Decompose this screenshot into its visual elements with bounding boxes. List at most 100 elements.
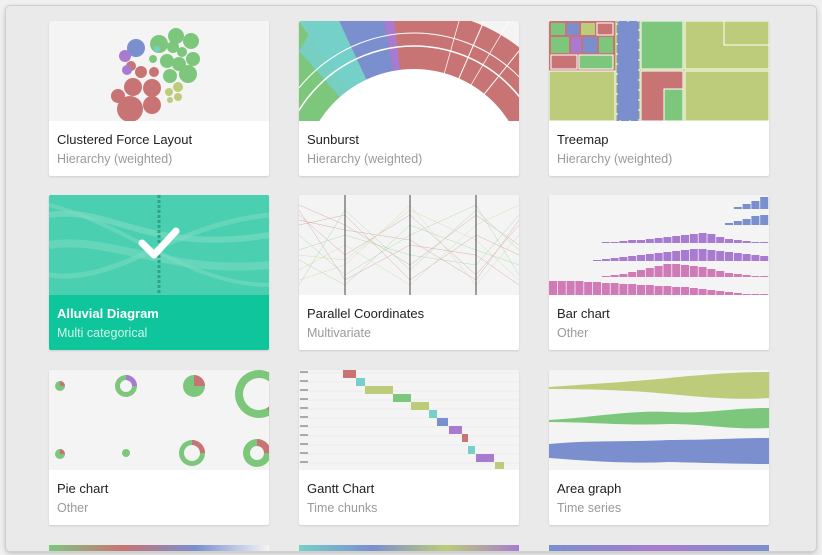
bar-thumb-rect [742,241,751,243]
bar-thumb-rect [610,258,619,261]
chart-title: Gantt Chart [307,481,375,496]
chart-card-bar-chart[interactable]: Bar chart Other [549,195,769,350]
app-window: Clustered Force Layout Hierarchy (weight… [6,6,816,551]
chart-card-pie-chart[interactable]: Pie chart Other [49,370,269,525]
chart-category: Hierarchy (weighted) [307,152,423,166]
bar-thumb-rect [733,293,742,295]
bar-thumb-rect [619,241,628,243]
bar-thumb-rect [751,216,760,225]
bar-thumb-rect [689,234,698,243]
bar-thumb-rect [654,253,663,261]
bar-thumb-rect [742,204,751,209]
gantt-thumbnail [299,370,519,470]
chart-title: Bar chart [557,306,610,321]
bar-thumb-rect [716,271,725,277]
clustered-force-thumbnail [49,21,269,121]
bar-thumb-rect [698,249,707,261]
bar-thumb-rect [601,259,610,261]
bar-thumb-rect [549,281,557,295]
bar-thumb-rect [716,251,725,261]
bar-thumb-rect [645,285,654,295]
bar-thumb-rect [707,250,716,261]
chart-category: Multivariate [307,326,371,340]
bar-thumb-rect [707,269,716,277]
chart-card-partial[interactable] [299,545,519,551]
bar-thumb-rect [751,242,760,243]
bar-thumb-rect [619,284,628,295]
bar-thumb-rect [628,272,637,277]
bar-thumb-rect [751,276,760,277]
bar-thumb-rect [654,286,663,295]
bar-thumb-rect [628,284,637,295]
chart-card-partial[interactable] [49,545,269,551]
alluvial-thumbnail [49,195,269,295]
bar-thumb-rect [584,282,593,295]
bar-thumb-rect [610,275,619,277]
bar-thumb-rect [760,276,769,277]
treemap-thumbnail [549,21,769,121]
bar-thumb-rect [733,221,742,225]
bar-thumb-rect [681,265,689,277]
bar-thumb-rect [733,253,742,261]
bar-thumb-rect [689,266,698,277]
bar-thumb-rect [742,294,751,295]
chart-title: Sunburst [307,132,360,147]
bar-thumb-rect [663,237,672,243]
bar-thumb-rect [707,290,716,295]
chart-card-gantt-chart[interactable]: Gantt Chart Time chunks [299,370,519,525]
bar-thumb-rect [575,281,584,295]
bar-thumb-rect [681,287,689,295]
chart-category: Multi categorical [57,326,148,340]
bar-thumb-rect [593,282,601,295]
area-graph-thumbnail [549,370,769,470]
bar-thumb-rect [733,207,742,209]
chart-card-area-graph[interactable]: Area graph Time series [549,370,769,525]
chart-card-treemap[interactable]: Treemap Hierarchy (weighted) [549,21,769,176]
bar-thumb-rect [725,292,733,295]
chart-title: Alluvial Diagram [57,306,159,321]
bar-thumb-rect [601,242,610,243]
bar-thumb-rect [725,252,733,261]
bar-thumb-rect [698,233,707,243]
bar-thumb-rect [645,268,654,277]
bar-thumb-rect [663,252,672,261]
bar-thumb-rect [742,275,751,277]
bar-thumb-rect [689,249,698,261]
chart-title: Parallel Coordinates [307,306,425,321]
chart-category: Other [557,326,589,340]
bar-thumb-rect [672,264,681,277]
sunburst-thumbnail [299,21,519,121]
bar-thumb-rect [760,215,769,225]
chart-title: Pie chart [57,481,109,496]
chart-category: Time chunks [307,501,378,515]
chart-title: Area graph [557,481,622,496]
chart-category: Hierarchy (weighted) [57,152,173,166]
bar-thumb-rect [681,250,689,261]
chart-category: Time series [557,501,622,515]
bar-thumb-rect [742,219,751,225]
bar-thumb-rect [557,281,566,295]
bar-thumb-rect [681,235,689,243]
chart-card-alluvial-diagram[interactable]: Alluvial Diagram Multi categorical [49,195,269,350]
bar-thumb-rect [637,240,645,243]
chart-card-sunburst[interactable]: Sunburst Hierarchy (weighted) [299,21,519,176]
bar-thumb-rect [698,267,707,277]
chart-card-partial[interactable] [549,545,769,551]
bar-thumb-rect [725,239,733,243]
bar-thumb-rect [637,270,645,277]
bar-thumb-rect [716,237,725,243]
bar-thumb-rect [628,256,637,261]
bar-thumb-rect [760,256,769,261]
chart-card-parallel-coordinates[interactable]: Parallel Coordinates Multivariate [299,195,519,350]
bar-thumb-rect [672,236,681,243]
bar-thumb-rect [733,274,742,277]
bar-thumb-rect [760,197,769,209]
bar-thumb-rect [733,240,742,243]
chart-title: Clustered Force Layout [57,132,193,147]
bar-chart-thumbnail [549,195,769,295]
chart-card-clustered-force-layout[interactable]: Clustered Force Layout Hierarchy (weight… [49,21,269,176]
bar-thumb-rect [672,287,681,295]
bar-thumb-rect [716,291,725,295]
bar-thumb-rect [628,240,637,243]
bar-thumb-rect [619,257,628,261]
